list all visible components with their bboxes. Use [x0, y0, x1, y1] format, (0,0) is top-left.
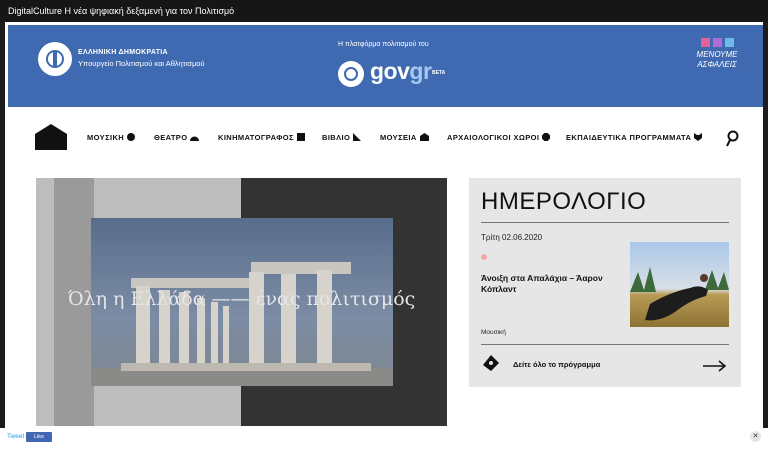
view-program-link[interactable]: Δείτε όλο το πρόγραμμα	[513, 360, 600, 369]
nav-item-book[interactable]: ΒΙΒΛΙΟ	[322, 133, 362, 143]
nav-item-cinema[interactable]: ΚΙΝΗΜΑΤΟΓΡΑΦΟΣ	[218, 133, 305, 143]
nav-item-label: ΒΙΒΛΙΟ	[322, 133, 351, 142]
ministry-label[interactable]: Υπουργείο Πολιτισμού και Αθλητισμού	[78, 59, 205, 68]
event-title-link[interactable]: Άνοιξη στα Απαλάχια – Άαρον Κόπλαντ	[481, 273, 621, 295]
window-title: DigitalCulture Η νέα ψηφιακή δεξαμενή γι…	[8, 6, 235, 16]
octagon-icon	[542, 133, 551, 143]
calendar-divider	[481, 222, 729, 223]
like-label: Like	[33, 434, 45, 440]
page-frame: ΕΛΛΗΝΙΚΗ ΔΗΜΟΚΡΑΤΙΑ Υπουργείο Πολιτισμού…	[5, 22, 763, 442]
circle-icon	[127, 133, 136, 143]
govgr-logo-gr: gr	[409, 58, 432, 84]
nav-item-theatre[interactable]: ΘΕΑΤΡΟ	[154, 133, 200, 143]
calendar-date: Τρίτη 02.06.2020	[481, 233, 543, 242]
share-bar: Tweet Like ✕	[0, 428, 768, 450]
republic-label: ΕΛΛΗΝΙΚΗ ΔΗΜΟΚΡΑΤΙΑ	[78, 49, 168, 56]
facebook-like-button[interactable]: Like	[26, 432, 52, 442]
govgr-logo-gov: gov	[370, 58, 410, 84]
nav-item-educational-programs[interactable]: ΕΚΠΑΙΔΕΥΤΙΚΑ ΠΡΟΓΡΑΜΜΑΤΑ	[566, 133, 703, 143]
nav-item-label: ΕΚΠΑΙΔΕΥΤΙΚΑ ΠΡΟΓΡΑΜΜΑΤΑ	[566, 133, 692, 142]
nav-item-museums[interactable]: ΜΟΥΣΕΙΑ	[380, 133, 429, 143]
greek-emblem-icon	[38, 42, 72, 76]
menoume-icon-1	[701, 38, 710, 47]
event-category: Μουσική	[481, 329, 506, 336]
nav-item-music[interactable]: ΜΟΥΣΙΚΗ	[87, 133, 136, 143]
main-nav: ΜΟΥΣΙΚΗ ΘΕΑΤΡΟ ΚΙΝΗΜΑΤΟΓΡΑΦΟΣ ΒΙΒΛΙΟ ΜΟΥ…	[5, 122, 763, 152]
calendar-divider-2	[481, 344, 729, 345]
shield-shape-icon	[694, 133, 703, 143]
nav-item-label: ΜΟΥΣΙΚΗ	[87, 133, 125, 142]
triangle-icon	[353, 133, 362, 143]
dancer-photo	[630, 267, 729, 321]
govgr-logo[interactable]: govgr	[370, 58, 432, 85]
nav-item-label: ΚΙΝΗΜΑΤΟΓΡΑΦΟΣ	[218, 133, 294, 142]
menoume-asfaleis-logo[interactable]: ΜΕΝΟΥΜΕ ΑΣΦΑΛΕΙΣ	[694, 50, 740, 70]
square-icon	[296, 133, 305, 143]
search-icon[interactable]	[725, 130, 740, 148]
category-dot-icon	[481, 254, 487, 260]
calendar-title: ΗΜΕΡΟΛΟΓΙΟ	[481, 188, 647, 215]
calendar-panel: ΗΜΕΡΟΛΟΓΙΟ Τρίτη 02.06.2020 Άνοιξη στα Α…	[469, 178, 741, 387]
menoume-icon-3	[725, 38, 734, 47]
beta-badge: BETA	[432, 70, 446, 76]
nav-item-label: ΘΕΑΤΡΟ	[154, 133, 188, 142]
window-title-bar: DigitalCulture Η νέα ψηφιακή δεξαμενή γι…	[0, 0, 768, 22]
event-image[interactable]	[630, 242, 729, 327]
home-icon[interactable]	[35, 124, 67, 150]
govgr-emblem-icon	[338, 61, 364, 87]
tweet-button[interactable]: Tweet	[7, 433, 24, 440]
gov-header: ΕΛΛΗΝΙΚΗ ΔΗΜΟΚΡΑΤΙΑ Υπουργείο Πολιτισμού…	[8, 25, 763, 107]
nav-item-label: ΑΡΧΑΙΟΛΟΓΙΚΟΙ ΧΩΡΟΙ	[447, 133, 540, 142]
close-icon[interactable]: ✕	[750, 431, 761, 442]
hero-banner[interactable]: Όλη η Ελλάδα —— ένας πολιτισμός	[36, 178, 447, 426]
ticket-icon	[483, 355, 499, 371]
platform-label: Η πλατφόρμα πολιτισμού του	[338, 41, 429, 48]
nav-item-label: ΜΟΥΣΕΙΑ	[380, 133, 417, 142]
arrow-right-icon[interactable]	[703, 360, 727, 372]
hero-caption: Όλη η Ελλάδα —— ένας πολιτισμός	[67, 288, 416, 310]
house-shape-icon	[419, 133, 429, 143]
menoume-icon-2	[713, 38, 722, 47]
nav-item-archaeological-sites[interactable]: ΑΡΧΑΙΟΛΟΓΙΚΟΙ ΧΩΡΟΙ	[447, 133, 551, 143]
half-circle-icon	[190, 134, 200, 143]
